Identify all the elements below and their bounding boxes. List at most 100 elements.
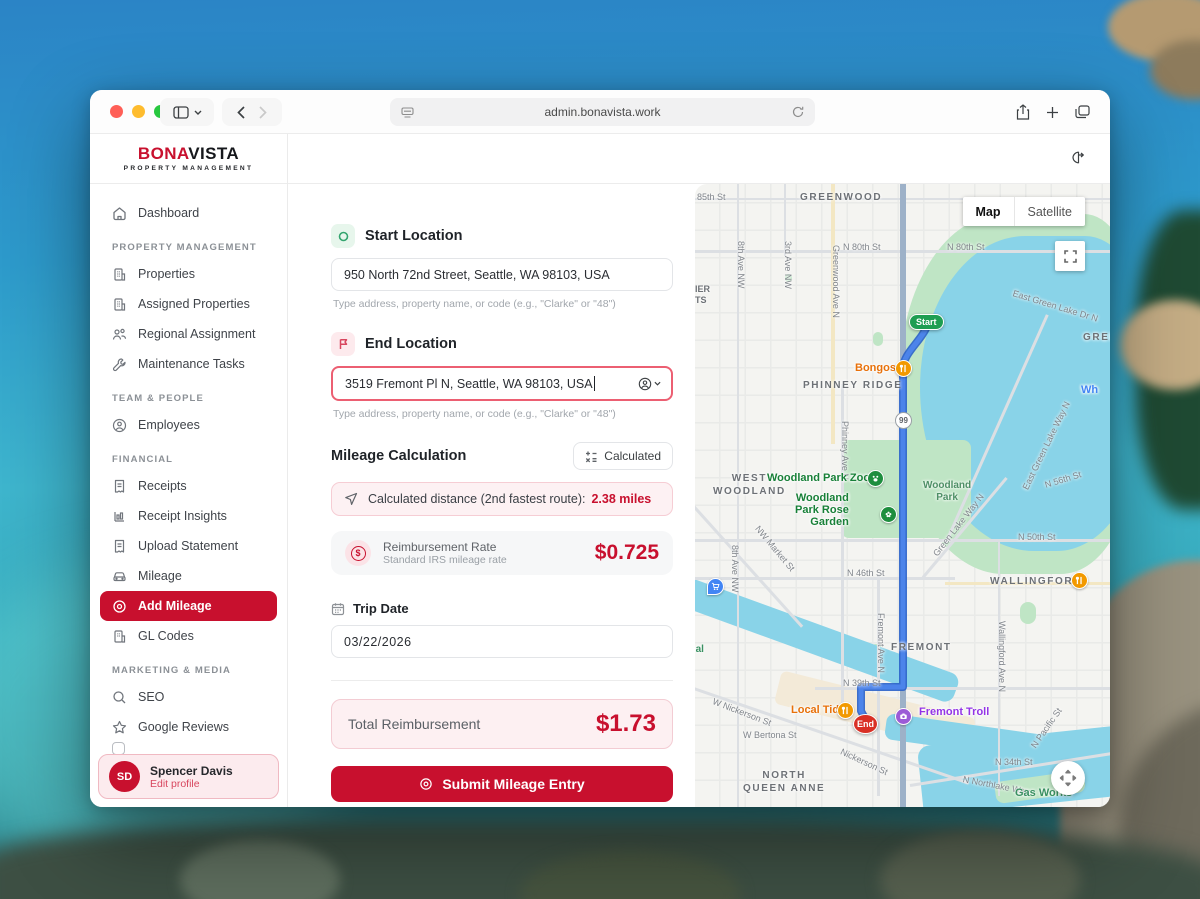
sidebar-item-label: Properties [138,267,195,281]
street-label: N 50th St [1018,532,1056,542]
car-icon [112,569,127,584]
sidebar-item-label: Receipt Insights [138,509,227,523]
start-location-input[interactable]: 950 North 72nd Street, Seattle, WA 98103… [331,258,673,291]
sidebar-item-receipts[interactable]: Receipts [100,471,277,501]
minimize-window-button[interactable] [132,105,145,118]
nav-buttons [222,98,282,126]
map-canvas[interactable]: GREENWOOD PHINNEY RIDGE WEST WOODLAND WA… [695,184,1110,807]
rate-subtitle: Standard IRS mileage rate [383,554,507,566]
reload-icon[interactable] [792,106,804,118]
forward-button[interactable] [259,106,267,119]
end-location-icon [331,332,355,356]
sidebar-item-label: Receipts [138,479,187,493]
divider [331,680,673,681]
search-icon [112,690,127,705]
total-value: $1.73 [596,710,656,738]
avatar: SD [109,761,140,792]
mileage-calculation-title: Mileage Calculation [331,448,466,464]
app-logo[interactable]: BONAVISTA PROPERTY MANAGEMENT [90,134,287,184]
map-type-satellite-button[interactable]: Satellite [1014,197,1085,226]
distance-banner: Calculated distance (2nd fastest route):… [331,482,673,516]
poi-marker-store[interactable] [707,578,724,595]
sidebar-item-properties[interactable]: Properties [100,259,277,289]
pin-icon [112,599,127,614]
sidebar-item-receipt-insights[interactable]: Receipt Insights [100,501,277,531]
contact-autofill-icon[interactable] [638,377,661,391]
street-label: N 80th St [843,242,881,252]
share-icon[interactable] [1016,104,1030,120]
profile-card[interactable]: SD Spencer Davis Edit profile [98,754,279,799]
profile-name: Spencer Davis [150,764,233,778]
sidebar-item-dashboard[interactable]: Dashboard [100,198,277,228]
map-type-map-button[interactable]: Map [963,197,1014,226]
sidebar-nav: Dashboard PROPERTY MANAGEMENT Properties… [90,184,287,742]
back-button[interactable] [237,106,245,119]
end-location-input[interactable]: 3519 Fremont Pl N, Seattle, WA 98103, US… [331,366,673,401]
calculated-badge-label: Calculated [604,449,661,463]
address-bar[interactable]: admin.bonavista.work [390,98,815,126]
receipt-icon [112,479,127,494]
new-tab-icon[interactable] [1046,106,1059,119]
calendar-icon [331,602,345,616]
toggle-sidebar-button[interactable] [160,98,214,126]
poi-label-rose-garden: Woodland Park Rose Garden [795,492,849,528]
sidebar-item-upload-statement[interactable]: Upload Statement [100,531,277,561]
highway-99-shield: 99 [895,412,912,429]
sidebar-item-assigned-properties[interactable]: Assigned Properties [100,289,277,319]
statement-icon [112,539,127,554]
poi-marker-rose-garden[interactable] [880,506,897,523]
poi-marker-fremont-troll[interactable] [895,708,912,725]
distance-value: 2.38 miles [591,492,651,506]
street-label-cut: IER [695,284,710,294]
sidebar-item-employees[interactable]: Employees [100,410,277,440]
rate-value: $0.725 [595,541,659,565]
poi-marker-restaurant-east[interactable] [1071,572,1088,589]
total-reimbursement-card: Total Reimbursement $1.73 [331,699,673,749]
logout-icon[interactable] [1070,150,1086,165]
rate-title: Reimbursement Rate [383,540,507,554]
sidebar-item-label: Maintenance Tasks [138,357,245,371]
close-window-button[interactable] [110,105,123,118]
poi-label-bongos: Bongos [855,362,896,374]
reader-view-icon[interactable] [401,107,414,118]
pan-control[interactable] [1051,761,1085,795]
tab-overview-icon[interactable] [1075,105,1090,119]
end-location-helper: Type address, property name, or code (e.… [333,408,673,420]
pin-icon [419,777,433,791]
end-location-value: 3519 Fremont Pl N, Seattle, WA 98103, US… [345,377,593,391]
home-icon [112,206,127,221]
street-label: 3rd Ave NW [783,241,793,289]
sidebar-item-regional-assignment[interactable]: Regional Assignment [100,319,277,349]
trip-date-value: 03/22/2026 [344,635,412,649]
fullscreen-button[interactable] [1055,241,1085,271]
sidebar-section-financial: FINANCIAL [112,454,277,465]
route-end-marker[interactable]: End [853,714,878,734]
person-circle-icon [112,418,127,433]
poi-label-zoo: Woodland Park Zoo [767,472,870,484]
sidebar-item-label: Employees [138,418,200,432]
sidebar-icon [173,106,189,119]
submit-mileage-button[interactable]: Submit Mileage Entry [331,766,673,802]
sidebar-item-google-reviews[interactable]: Google Reviews [100,712,277,742]
street-label: 8th Ave NW [736,241,746,288]
route-start-marker[interactable]: Start [909,314,944,330]
poi-marker-zoo[interactable] [867,470,884,487]
street-label: W Bertona St [743,730,797,740]
label-greenwood: GREENWOOD [800,192,882,203]
sidebar: BONAVISTA PROPERTY MANAGEMENT Dashboard … [90,134,288,807]
label-phinney-ridge: PHINNEY RIDGE [803,380,903,391]
sidebar-item-label: Add Mileage [138,599,212,613]
sidebar-item-maintenance-tasks[interactable]: Maintenance Tasks [100,349,277,379]
trip-date-input[interactable]: 03/22/2026 [331,625,673,658]
calculated-badge[interactable]: Calculated [573,442,673,470]
poi-marker-local-tide[interactable] [837,702,854,719]
traffic-lights [110,105,167,118]
sidebar-item-add-mileage[interactable]: Add Mileage [100,591,277,621]
sidebar-item-label: Mileage [138,569,182,583]
poi-marker-restaurant-bongos[interactable] [895,360,912,377]
sidebar-item-gl-codes[interactable]: GL Codes [100,621,277,651]
sidebar-item-mileage[interactable]: Mileage [100,561,277,591]
rate-card: $ Reimbursement Rate Standard IRS mileag… [331,531,673,575]
edit-profile-link[interactable]: Edit profile [150,778,233,790]
sidebar-item-seo[interactable]: SEO [100,682,277,712]
